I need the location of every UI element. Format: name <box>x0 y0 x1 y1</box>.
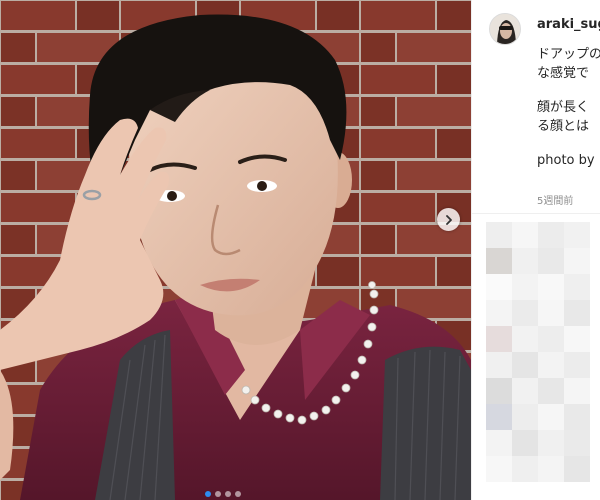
caption-paragraph: 顔が長く る顔とは <box>537 98 600 136</box>
portrait-photo <box>0 0 471 500</box>
comments-list-pixelated <box>486 222 590 482</box>
post-timestamp[interactable]: 5週間前 <box>537 192 573 207</box>
post-photo[interactable] <box>0 0 471 500</box>
comments-divider <box>472 213 600 214</box>
photo-credit: photo by <box>537 153 595 168</box>
caption-line: ドアップの <box>537 47 600 62</box>
post-caption: ドアップの な感覚で 顔が長く る顔とは photo by <box>537 45 600 170</box>
caption-paragraph: ドアップの な感覚で <box>537 45 600 83</box>
carousel-next-button[interactable] <box>437 208 460 231</box>
carousel-dot <box>225 491 231 497</box>
caption-line: な感覚で <box>537 66 590 81</box>
avatar-image <box>490 14 520 44</box>
chevron-right-icon <box>445 214 452 225</box>
caption-line: る顔とは <box>537 119 590 134</box>
post-side-panel: araki_suge ドアップの な感覚で 顔が長く る顔とは photo by… <box>472 0 600 500</box>
carousel-dot <box>205 491 211 497</box>
carousel-dot <box>215 491 221 497</box>
caption-paragraph: photo by <box>537 151 600 170</box>
username-link[interactable]: araki_suge <box>537 17 600 32</box>
carousel-dot <box>235 491 241 497</box>
caption-line: 顔が長く <box>537 100 590 115</box>
pixelated-comments <box>486 222 590 482</box>
avatar[interactable] <box>489 13 521 45</box>
carousel-indicator <box>205 491 241 497</box>
